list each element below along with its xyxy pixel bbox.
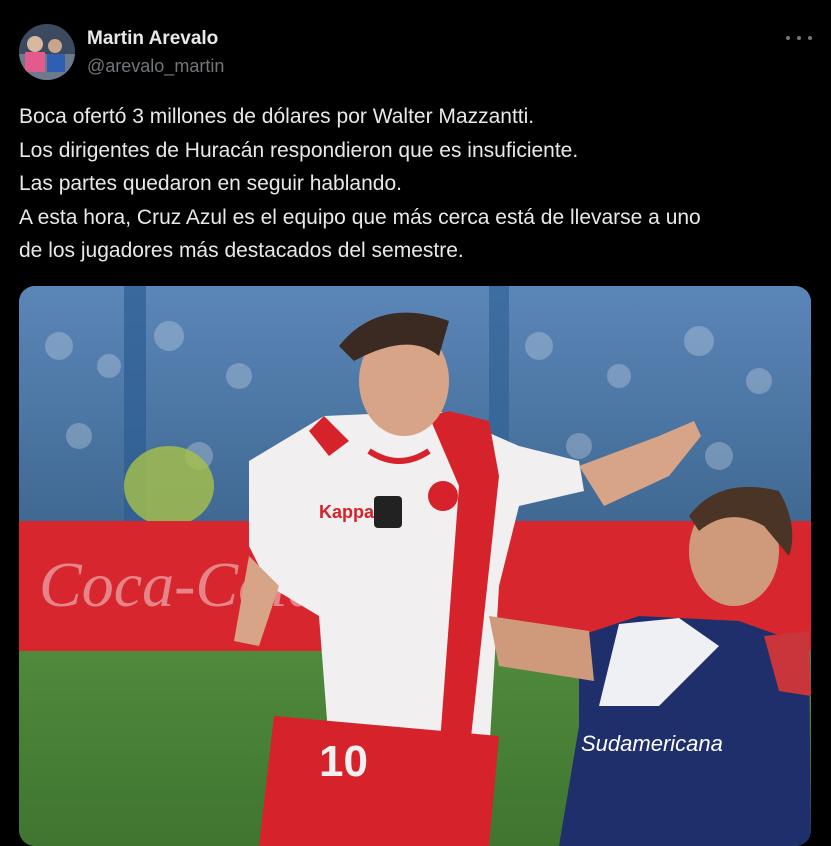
tweet-line: A esta hora, Cruz Azul es el equipo que … [19, 205, 701, 229]
more-options-icon[interactable] [786, 28, 812, 48]
author-handle[interactable]: @arevalo_martin [87, 56, 224, 77]
shirt-sponsor: Sudamericana [581, 731, 723, 756]
tweet-line: Las partes quedaron en seguir hablando. [19, 172, 402, 195]
avatar[interactable] [19, 24, 75, 80]
tweet-line: Boca ofertó 3 millones de dólares por Wa… [19, 105, 535, 128]
tweet-line: Los dirigentes de Huracán respondieron q… [19, 138, 579, 162]
shirt-sponsor: Kappa [319, 502, 375, 522]
tweet-line: de los jugadores más destacados del seme… [19, 239, 464, 262]
shirt-number: 10 [319, 737, 368, 786]
tweet-text: Boca ofertó 3 millones de dólares por Wa… [19, 100, 819, 268]
author-name[interactable]: Martin Arevalo [87, 28, 218, 50]
tweet-photo[interactable]: Coca-Cola Kappa 10 Sudamericana [19, 286, 811, 846]
